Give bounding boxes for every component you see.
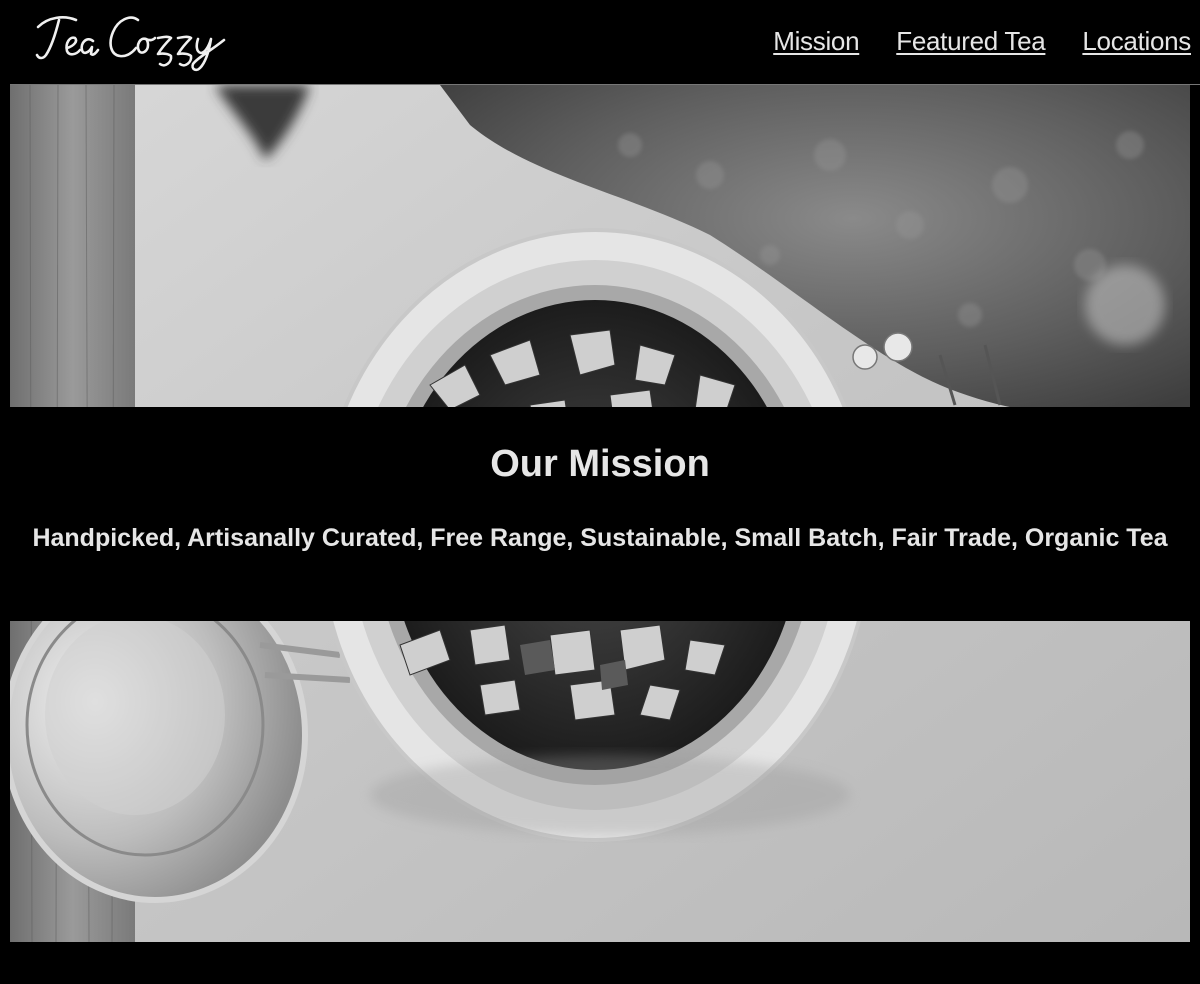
nav-link-featured-tea[interactable]: Featured Tea [896,26,1045,57]
tea-cozy-logo[interactable] [34,8,230,72]
tea-cozy-logo-script [35,16,226,72]
mission-section [0,407,1200,621]
site-header: Mission Featured Tea Locations [0,0,1200,84]
nav-link-locations[interactable]: Locations [1082,26,1191,57]
main-nav: Mission Featured Tea Locations [773,26,1191,57]
mission-statement: Handpicked, Artisanally Curated, Free Ra… [32,524,1168,552]
page-bottom-edge [0,942,1200,984]
nav-link-mission[interactable]: Mission [773,26,859,57]
mission-title: Our Mission [490,443,710,485]
